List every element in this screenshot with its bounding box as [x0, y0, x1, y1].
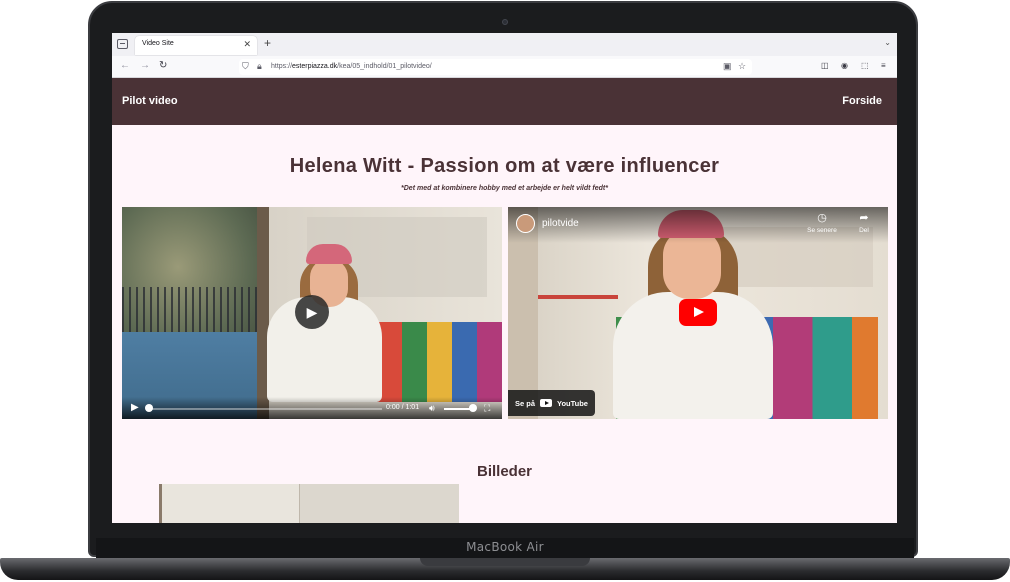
account-icon[interactable]: ◉ [841, 61, 848, 71]
video-frame-person-cap [306, 244, 352, 264]
close-tab-icon[interactable]: ✕ [243, 39, 251, 49]
watch-later-button[interactable]: ◷ Se senere [800, 212, 844, 234]
webcam [502, 19, 508, 25]
watch-on-label: Se på [515, 398, 536, 408]
watch-later-label: Se senere [807, 227, 837, 234]
forward-icon[interactable]: → [140, 60, 150, 72]
video-frame-fence [122, 287, 262, 337]
progress-track[interactable] [149, 408, 382, 410]
page-quote: *Det med at kombinere hobby med et arbej… [401, 185, 608, 192]
play-icon[interactable]: ▶ [131, 402, 139, 414]
laptop-notch [420, 558, 590, 566]
youtube-embed[interactable]: pilotvide ◷ Se senere ➦ Del Se på YouTub… [508, 207, 888, 419]
video-play-overlay-button[interactable]: ▶ [295, 295, 329, 329]
video-frame-artwork [377, 322, 502, 402]
volume-icon[interactable]: 🔊︎ [429, 402, 435, 414]
page-title: Helena Witt - Passion om at være influen… [289, 155, 720, 177]
share-icon: ➦ [859, 212, 869, 224]
volume-knob[interactable] [468, 404, 477, 412]
video-controls: ▶ 0:00 / 1:01 🔊︎ ⛶ [122, 397, 502, 419]
browser-tab[interactable]: Video Site ✕ [135, 36, 257, 55]
gallery-title: Billeder [476, 463, 533, 480]
yt-video-title[interactable]: pilotvide [542, 218, 579, 229]
gallery-image[interactable] [159, 484, 459, 523]
lock-icon[interactable]: 🔒︎ [257, 61, 262, 72]
screen: Video Site ✕ + ⌄ ← → ↻ ⛉ 🔒︎ https://este… [112, 33, 897, 523]
new-tab-button[interactable]: + [264, 36, 271, 50]
browser-tab-bar: Video Site ✕ + ⌄ [112, 33, 897, 56]
site-header: Pilot video Forside [112, 78, 897, 125]
share-label: Del [859, 227, 869, 234]
channel-avatar[interactable] [516, 214, 535, 233]
nav-link-forside[interactable]: Forside [842, 95, 882, 107]
fullscreen-icon[interactable]: ⛶ [484, 402, 490, 414]
tab-title: Video Site [142, 40, 174, 47]
url-text[interactable]: https://esterpiazza.dk/kea/05_indhold/01… [271, 63, 432, 70]
html5-video-player[interactable]: ▶ ▶ 0:00 / 1:01 🔊︎ ⛶ [122, 207, 502, 419]
tab-list-icon[interactable] [117, 39, 128, 49]
browser-nav-bar: ← → ↻ ⛉ 🔒︎ https://esterpiazza.dk/kea/05… [112, 56, 897, 78]
extensions-icon[interactable]: ⬚ [861, 61, 869, 71]
watch-on-youtube-button[interactable]: Se på YouTube [508, 390, 595, 416]
back-icon[interactable]: ← [120, 60, 130, 72]
url-bar[interactable]: ⛉ 🔒︎ https://esterpiazza.dk/kea/05_indho… [239, 59, 752, 75]
youtube-play-button[interactable] [679, 299, 717, 326]
tab-chevron-icon[interactable]: ⌄ [884, 38, 891, 47]
youtube-label: YouTube [557, 398, 588, 408]
youtube-logo-icon [540, 399, 553, 407]
laptop-model-label: MacBook Air [466, 540, 544, 554]
reload-icon[interactable]: ↻ [159, 60, 167, 72]
yt-frame-stripe [538, 295, 618, 299]
site-brand[interactable]: Pilot video [122, 95, 178, 107]
bookmark-star-icon[interactable]: ☆ [738, 61, 746, 72]
time-display: 0:00 / 1:01 [386, 404, 420, 411]
shield-icon[interactable]: ⛉ [242, 61, 249, 72]
reader-view-icon[interactable]: ▣ [723, 61, 732, 72]
share-button[interactable]: ➦ Del [848, 212, 880, 234]
clock-icon: ◷ [817, 212, 827, 224]
progress-knob[interactable] [145, 404, 153, 412]
menu-icon[interactable]: ≡ [881, 61, 886, 71]
pocket-icon[interactable]: ◫ [821, 61, 829, 71]
